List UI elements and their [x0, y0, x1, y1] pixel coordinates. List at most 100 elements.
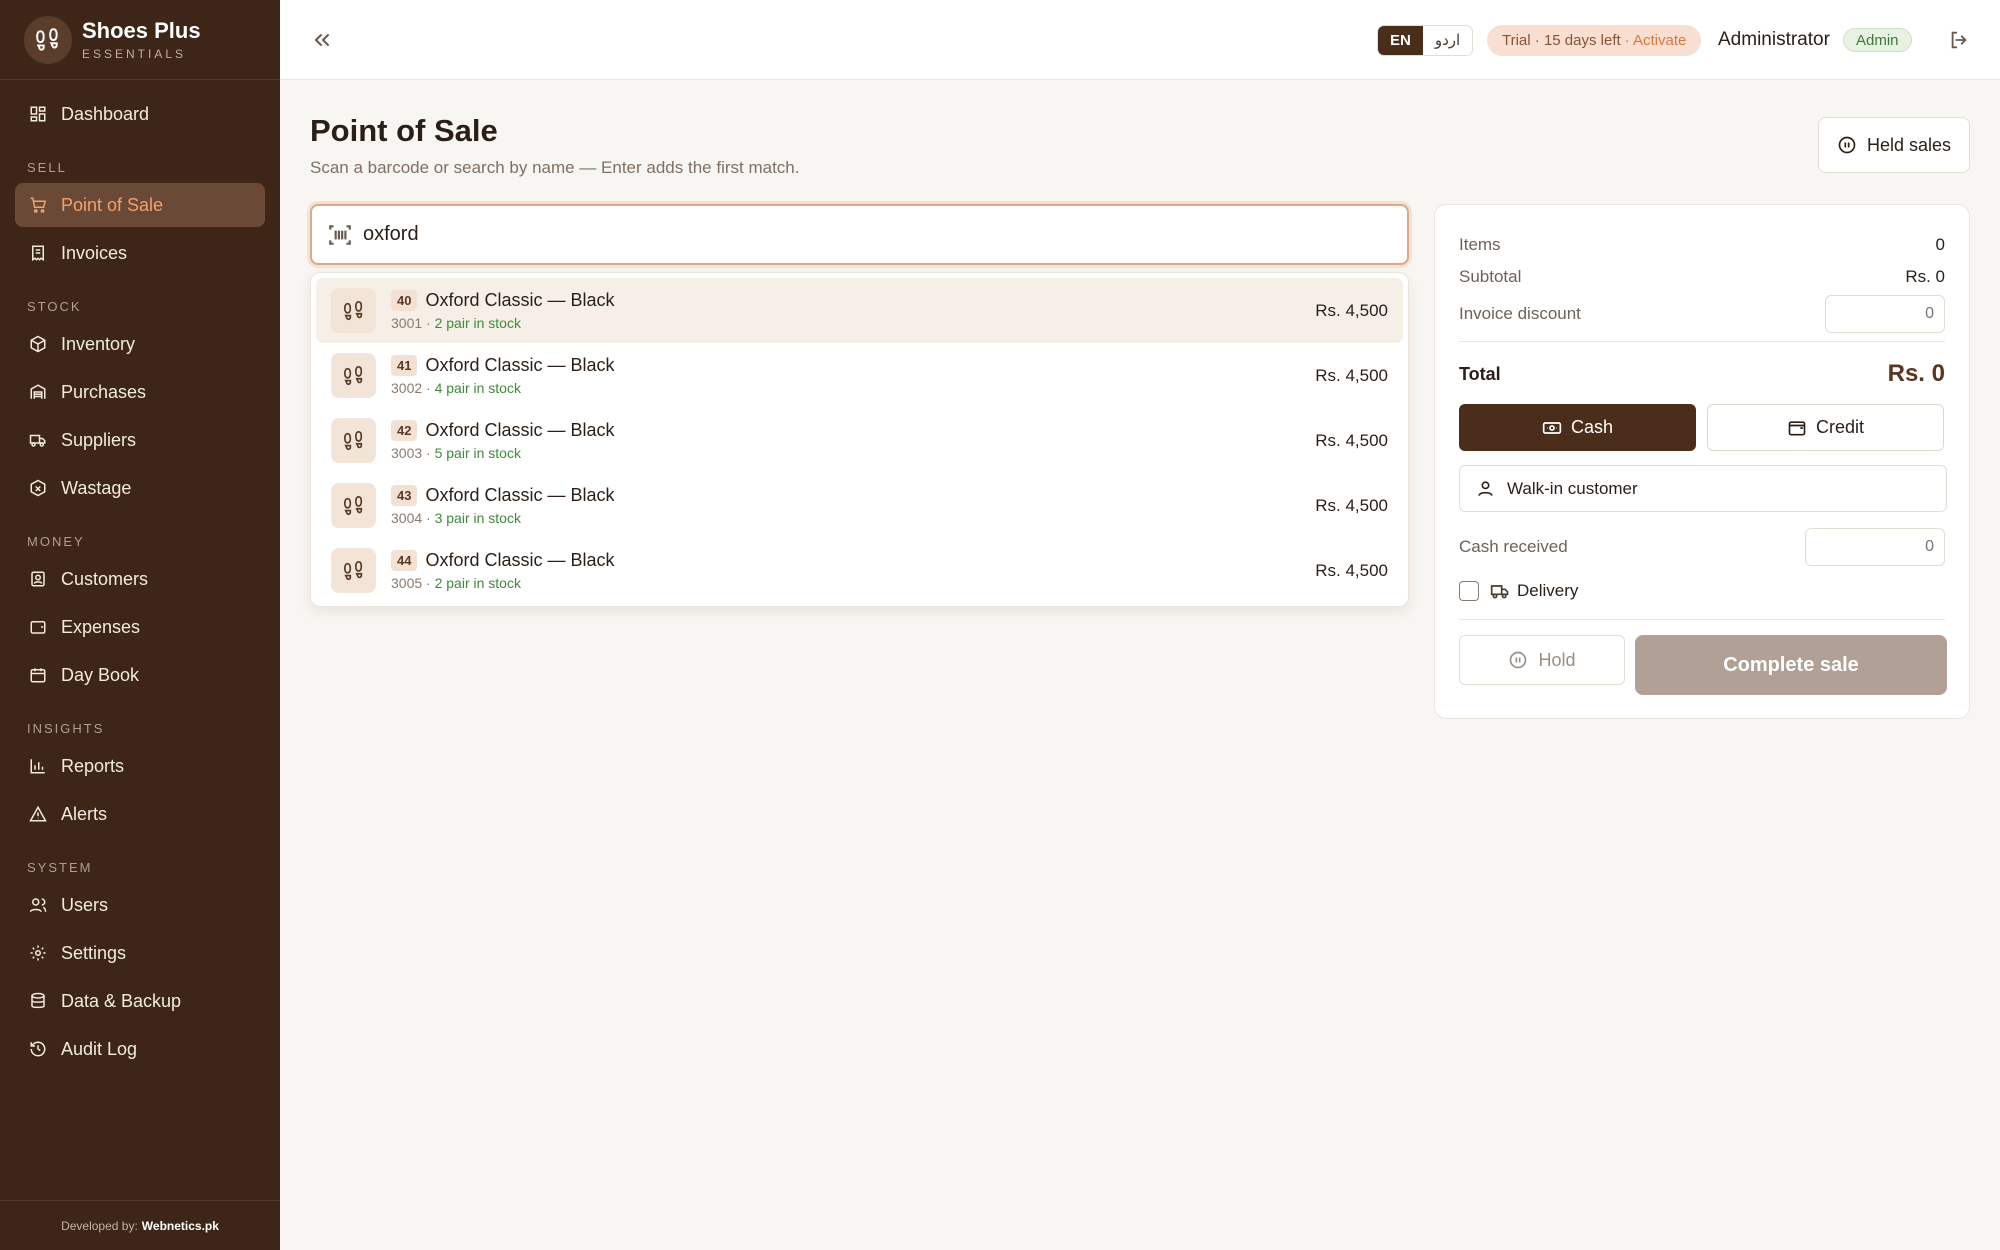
- alert-triangle-icon: [29, 805, 47, 822]
- product-name: Oxford Classic — Black: [425, 485, 615, 505]
- hold-button[interactable]: Hold: [1459, 635, 1625, 685]
- brand-name: Shoes Plus: [82, 18, 201, 43]
- product-name: Oxford Classic — Black: [425, 420, 615, 440]
- stock-status: 3 pair in stock: [434, 510, 521, 526]
- discount-input[interactable]: [1825, 295, 1945, 333]
- trial-badge[interactable]: Trial · 15 days left · Activate: [1487, 25, 1702, 56]
- search-result-item[interactable]: 44 Oxford Classic — Black 3005 · 2 pair i…: [316, 538, 1403, 603]
- wallet-icon: [1788, 420, 1806, 435]
- sidebar-item-wastage[interactable]: Wastage: [15, 466, 265, 510]
- sidebar-item-dashboard[interactable]: Dashboard: [15, 92, 265, 136]
- sidebar-item-pos[interactable]: Point of Sale: [15, 183, 265, 227]
- nav-section-system: SYSTEM: [27, 860, 93, 875]
- shoe-prints-icon: [24, 15, 72, 64]
- sidebar-item-purchases[interactable]: Purchases: [15, 370, 265, 414]
- sidebar-item-audit[interactable]: Audit Log: [15, 1027, 265, 1071]
- package-x-icon: [30, 479, 46, 497]
- shoe-prints-icon: [331, 483, 376, 528]
- user-icon: [1478, 481, 1493, 496]
- lang-ur-button[interactable]: اردو: [1422, 26, 1473, 55]
- cash-button[interactable]: Cash: [1459, 404, 1696, 451]
- search-result-item[interactable]: 43 Oxford Classic — Black 3004 · 3 pair i…: [316, 473, 1403, 538]
- search-result-item[interactable]: 41 Oxford Classic — Black 3002 · 4 pair i…: [316, 343, 1403, 408]
- shoe-prints-icon: [331, 353, 376, 398]
- credit-button[interactable]: Credit: [1707, 404, 1944, 451]
- footer-company: Webnetics.pk: [141, 1218, 219, 1233]
- product-price: Rs. 4,500: [1315, 365, 1388, 385]
- nav-section-stock: STOCK: [27, 299, 82, 314]
- subtotal-label: Subtotal: [1459, 267, 1522, 286]
- subtotal-row: Subtotal Rs. 0: [1459, 267, 1945, 287]
- wallet-icon: [30, 621, 46, 634]
- nav-section-sell: SELL: [27, 160, 67, 175]
- search-input[interactable]: [363, 223, 1407, 246]
- sidebar-item-label: Point of Sale: [61, 194, 164, 215]
- items-row: Items 0: [1459, 235, 1945, 255]
- sidebar-item-label: Inventory: [61, 333, 136, 354]
- shoe-prints-icon: [331, 418, 376, 463]
- customer-select[interactable]: Walk-in customer: [1459, 465, 1947, 512]
- cash-received-row: Cash received: [1459, 528, 1945, 566]
- size-badge: 42: [391, 420, 418, 441]
- role-badge: Admin: [1843, 28, 1912, 52]
- sidebar-item-backup[interactable]: Data & Backup: [15, 979, 265, 1023]
- sidebar-item-label: Purchases: [61, 381, 147, 402]
- size-badge: 40: [391, 290, 418, 311]
- delivery-option: Delivery: [1459, 581, 1578, 601]
- sidebar-item-inventory[interactable]: Inventory: [15, 322, 265, 366]
- sidebar-item-suppliers[interactable]: Suppliers: [15, 418, 265, 462]
- sidebar-item-expenses[interactable]: Expenses: [15, 605, 265, 649]
- sidebar-item-alerts[interactable]: Alerts: [15, 792, 265, 836]
- users-icon: [29, 898, 47, 913]
- items-value: 0: [1935, 235, 1945, 254]
- sidebar-item-label: Suppliers: [61, 429, 137, 450]
- divider: [1459, 619, 1945, 620]
- nav-section-insights: INSIGHTS: [27, 721, 105, 736]
- collapse-sidebar-icon[interactable]: [310, 28, 334, 52]
- cash-label: Cash: [1570, 417, 1614, 437]
- contact-card-icon: [31, 571, 45, 587]
- gear-icon: [30, 945, 46, 961]
- held-sales-button[interactable]: Held sales: [1818, 117, 1970, 173]
- sidebar-item-label: Customers: [61, 568, 149, 589]
- discount-row: Invoice discount: [1459, 295, 1945, 333]
- sidebar-item-invoices[interactable]: Invoices: [15, 231, 265, 275]
- pause-circle-icon: [1510, 651, 1527, 669]
- sidebar-item-label: Dashboard: [61, 103, 150, 124]
- lang-en-button[interactable]: EN: [1378, 26, 1423, 55]
- stock-status: 4 pair in stock: [434, 380, 521, 396]
- search-result-item[interactable]: 42 Oxford Classic — Black 3003 · 5 pair i…: [316, 408, 1403, 473]
- complete-sale-button[interactable]: Complete sale: [1635, 635, 1947, 695]
- sidebar-item-users[interactable]: Users: [15, 883, 265, 927]
- sidebar-item-label: Reports: [61, 755, 125, 776]
- held-sales-label: Held sales: [1866, 134, 1952, 155]
- product-price: Rs. 4,500: [1315, 430, 1388, 450]
- sidebar-item-label: Alerts: [61, 803, 108, 824]
- product-name: Oxford Classic — Black: [425, 290, 615, 310]
- items-label: Items: [1459, 235, 1501, 254]
- hold-label: Hold: [1538, 649, 1576, 670]
- sidebar-item-customers[interactable]: Customers: [15, 557, 265, 601]
- language-toggle: EN اردو: [1377, 25, 1474, 56]
- nav-section-money: MONEY: [27, 534, 85, 549]
- sidebar-item-label: Wastage: [61, 477, 132, 498]
- sidebar-item-reports[interactable]: Reports: [15, 744, 265, 788]
- cash-received-input[interactable]: [1805, 528, 1945, 566]
- product-code: 3003 ·: [391, 445, 435, 461]
- sidebar-item-settings[interactable]: Settings: [15, 931, 265, 975]
- dashboard-icon: [30, 106, 46, 122]
- sidebar-item-daybook[interactable]: Day Book: [15, 653, 265, 697]
- logout-icon[interactable]: [1948, 29, 1970, 51]
- size-badge: 41: [391, 355, 418, 376]
- delivery-checkbox[interactable]: [1459, 581, 1479, 601]
- search-result-item[interactable]: 40 Oxford Classic — Black 3001 · 2 pair i…: [316, 278, 1403, 343]
- product-name: Oxford Classic — Black: [425, 550, 615, 570]
- shoe-prints-icon: [331, 548, 376, 593]
- sidebar-item-label: Invoices: [61, 242, 128, 263]
- product-price: Rs. 4,500: [1315, 495, 1388, 515]
- history-icon: [30, 1041, 46, 1057]
- customer-label: Walk-in customer: [1507, 478, 1638, 498]
- activate-link[interactable]: · Activate: [1625, 32, 1687, 49]
- truck-icon: [29, 434, 46, 447]
- bar-chart-icon: [30, 759, 45, 774]
